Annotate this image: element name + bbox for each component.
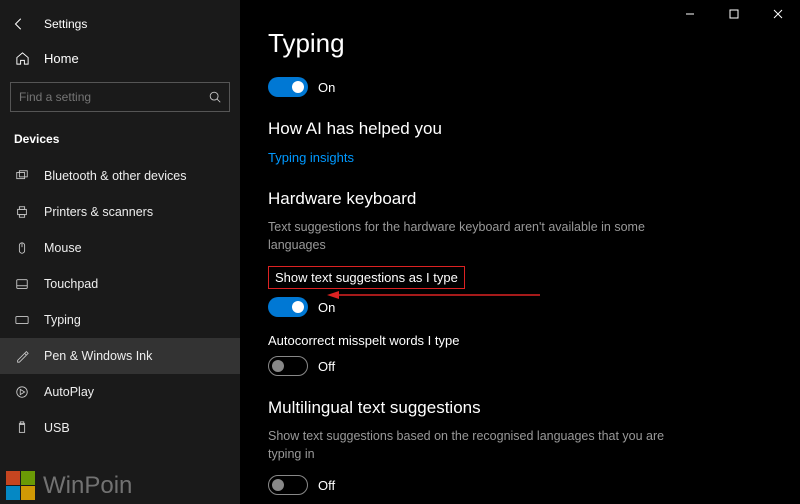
search-box[interactable] <box>10 82 230 112</box>
autocorrect-label: Autocorrect misspelt words I type <box>268 333 776 348</box>
minimize-button[interactable] <box>668 0 712 28</box>
page-title: Typing <box>268 28 776 59</box>
main-panel: Typing On How AI has helped you Typing i… <box>240 0 800 504</box>
sidebar: Settings Home Devices Bluetooth & other … <box>0 0 240 504</box>
nav-label: Printers & scanners <box>44 205 153 219</box>
bluetooth-icon <box>14 168 30 184</box>
pen-icon <box>14 348 30 364</box>
home-label: Home <box>44 51 79 66</box>
back-icon[interactable] <box>12 17 32 31</box>
watermark-text: WinPoin <box>43 472 132 500</box>
autoplay-icon <box>14 384 30 400</box>
toggle-autocorrect-state: Off <box>318 359 335 374</box>
watermark-logo <box>6 471 35 500</box>
toggle-multilingual[interactable] <box>268 475 308 495</box>
search-icon <box>208 90 222 104</box>
keyboard-icon <box>14 312 30 328</box>
nav-label: Touchpad <box>44 277 98 291</box>
touchpad-icon <box>14 276 30 292</box>
multilingual-desc: Show text suggestions based on the recog… <box>268 428 688 463</box>
toggle-row-suggestions: On <box>268 297 776 317</box>
nav-label: Bluetooth & other devices <box>44 169 186 183</box>
nav-pen[interactable]: Pen & Windows Ink <box>0 338 240 374</box>
toggle-autocorrect[interactable] <box>268 356 308 376</box>
nav-label: Typing <box>44 313 81 327</box>
mouse-icon <box>14 240 30 256</box>
maximize-button[interactable] <box>712 0 756 28</box>
section-header: Devices <box>0 126 240 158</box>
window-controls <box>668 0 800 28</box>
close-button[interactable] <box>756 0 800 28</box>
nav-label: Mouse <box>44 241 82 255</box>
highlight-box: Show text suggestions as I type <box>268 266 465 289</box>
typing-insights-link[interactable]: Typing insights <box>268 150 354 165</box>
nav-label: AutoPlay <box>44 385 94 399</box>
toggle-multilingual-state: Off <box>318 478 335 493</box>
toggle-row-autocorrect: Off <box>268 356 776 376</box>
home-link[interactable]: Home <box>0 40 240 76</box>
nav-typing[interactable]: Typing <box>0 302 240 338</box>
multilingual-heading: Multilingual text suggestions <box>268 398 776 418</box>
nav-usb[interactable]: USB <box>0 410 240 446</box>
nav-mouse[interactable]: Mouse <box>0 230 240 266</box>
show-suggestions-label: Show text suggestions as I type <box>275 270 458 285</box>
hardware-keyboard-desc: Text suggestions for the hardware keyboa… <box>268 219 688 254</box>
nav-autoplay[interactable]: AutoPlay <box>0 374 240 410</box>
toggle-row-top: On <box>268 77 776 97</box>
toggle-show-suggestions[interactable] <box>268 297 308 317</box>
nav-label: USB <box>44 421 70 435</box>
usb-icon <box>14 420 30 436</box>
nav-touchpad[interactable]: Touchpad <box>0 266 240 302</box>
nav-list: Bluetooth & other devices Printers & sca… <box>0 158 240 446</box>
app-title: Settings <box>44 17 87 31</box>
printer-icon <box>14 204 30 220</box>
titlebar: Settings <box>0 8 240 40</box>
watermark: WinPoin <box>6 471 132 500</box>
search-input[interactable] <box>10 82 230 112</box>
nav-printers[interactable]: Printers & scanners <box>0 194 240 230</box>
toggle-top-label: On <box>318 80 335 95</box>
ai-heading: How AI has helped you <box>268 119 776 139</box>
home-icon <box>14 50 30 66</box>
toggle-top[interactable] <box>268 77 308 97</box>
nav-bluetooth[interactable]: Bluetooth & other devices <box>0 158 240 194</box>
hardware-keyboard-heading: Hardware keyboard <box>268 189 776 209</box>
toggle-row-multilingual: Off <box>268 475 776 495</box>
toggle-suggestions-state: On <box>318 300 335 315</box>
nav-label: Pen & Windows Ink <box>44 349 152 363</box>
content-area: Typing On How AI has helped you Typing i… <box>240 0 800 504</box>
